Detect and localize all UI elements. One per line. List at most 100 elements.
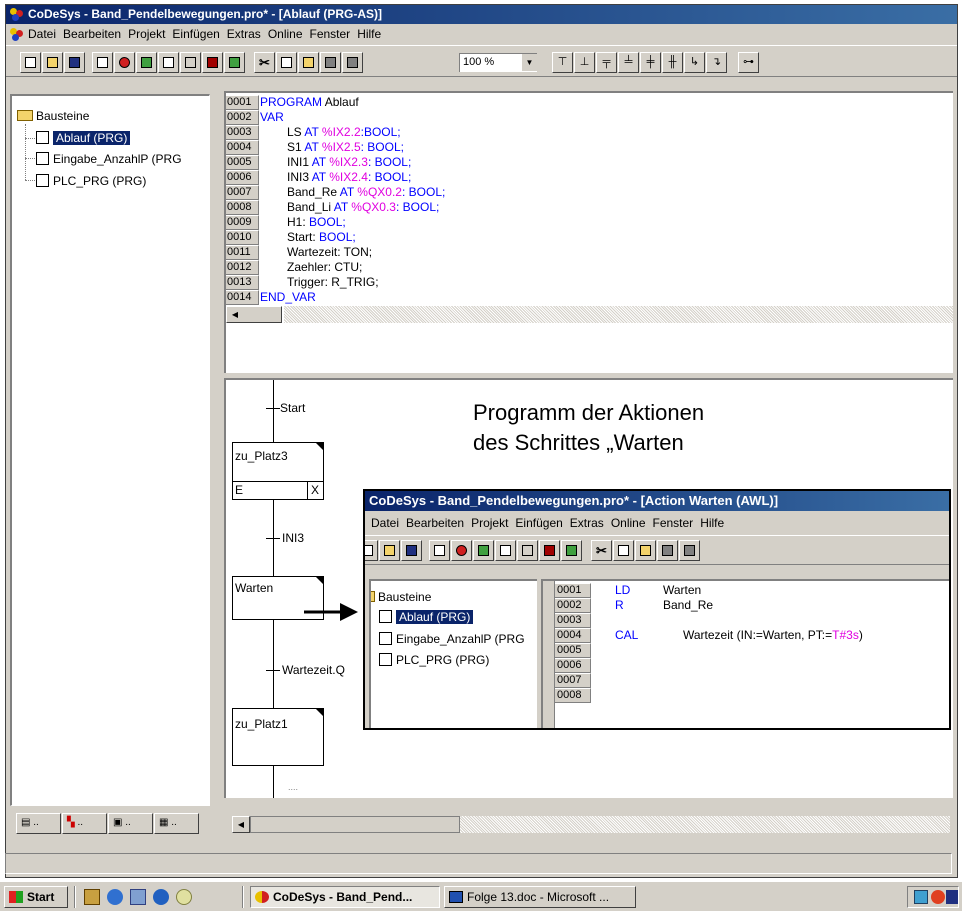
task-word-document[interactable]: Folge 13.doc - Microsoft ...	[444, 886, 636, 908]
new-file-icon[interactable]	[365, 540, 378, 561]
line-number: 0004	[555, 628, 591, 643]
sfc-alt-branch-right-icon[interactable]: ╤	[596, 52, 617, 73]
sfc-step-zu-platz1[interactable]: zu_Platz1	[232, 708, 324, 766]
step-icon[interactable]	[495, 540, 516, 561]
menu-online[interactable]: Online	[268, 27, 303, 41]
step-icon[interactable]	[158, 52, 179, 73]
cut-icon[interactable]: ✂	[591, 540, 612, 561]
compile-icon[interactable]	[429, 540, 450, 561]
program-icon	[379, 653, 392, 667]
step-exit-action[interactable]: X	[311, 483, 319, 497]
paste-icon[interactable]	[298, 52, 319, 73]
sfc-scroll-thumb[interactable]	[250, 816, 460, 833]
find-next-icon[interactable]	[679, 540, 700, 561]
sfc-step-transition-after-icon[interactable]: ⊥	[574, 52, 595, 73]
outlook-icon[interactable]	[130, 889, 146, 905]
declaration-editor[interactable]: 0001 PROGRAM Ablauf 0002 VAR 0003 LS AT %IX…	[224, 91, 953, 373]
paste-icon[interactable]	[635, 540, 656, 561]
internet-explorer-icon[interactable]	[107, 889, 123, 905]
find-icon[interactable]	[320, 52, 341, 73]
tab-visualisierungen-icon[interactable]: ▣ ..	[108, 813, 153, 834]
menu-datei[interactable]: Datei	[28, 27, 56, 41]
sfc-transition-wartezeit[interactable]	[266, 670, 280, 671]
popup-tree-root[interactable]: Bausteine	[371, 589, 431, 606]
print-icon[interactable]	[561, 540, 582, 561]
popup-menu-bearbeiten[interactable]: Bearbeiten	[406, 516, 464, 530]
sfc-alt-branch-left-icon[interactable]: ╧	[618, 52, 639, 73]
popup-menu-online[interactable]: Online	[611, 516, 646, 530]
menu-fenster[interactable]: Fenster	[310, 27, 351, 41]
tab-bausteine-icon[interactable]: ▤ ..	[16, 813, 61, 834]
sfc-jump-icon[interactable]: ↳	[684, 52, 705, 73]
tree-item-plc-prg[interactable]: PLC_PRG (PRG)	[36, 173, 146, 190]
media-player-icon[interactable]	[153, 889, 169, 905]
scroll-left-icon[interactable]: ◀	[227, 307, 243, 322]
save-icon[interactable]	[64, 52, 85, 73]
stop-icon[interactable]	[114, 52, 135, 73]
start-button[interactable]: Start	[4, 886, 68, 908]
search-icon[interactable]	[176, 889, 192, 905]
sfc-parallel-branch-left-icon[interactable]: ╫	[662, 52, 683, 73]
declaration-hscroll[interactable]: ◀	[226, 306, 282, 323]
scroll-left-icon[interactable]: ◀	[232, 816, 250, 833]
tray-app-icon[interactable]	[946, 890, 958, 904]
popup-awl-editor[interactable]: 0001 0002 0003 0004 0005 0006 0007 0008 …	[541, 579, 949, 728]
line-number: 0012	[226, 260, 259, 275]
open-folder-icon[interactable]	[379, 540, 400, 561]
sfc-transition-ini3[interactable]	[266, 538, 280, 539]
task-codesys[interactable]: CoDeSys - Band_Pend...	[250, 886, 440, 908]
run-icon[interactable]	[473, 540, 494, 561]
menu-hilfe[interactable]: Hilfe	[357, 27, 381, 41]
tree-root-bausteine[interactable]: Bausteine	[17, 108, 89, 125]
zoom-select[interactable]: 100 % ▼	[459, 53, 537, 72]
popup-title-bar[interactable]: CoDeSys - Band_Pendelbewegungen.pro* - […	[365, 491, 949, 511]
popup-object-tree: Bausteine Ablauf (PRG) Eingabe_AnzahlP (…	[369, 579, 537, 728]
run-icon[interactable]	[136, 52, 157, 73]
print-icon[interactable]	[224, 52, 245, 73]
new-file-icon[interactable]	[20, 52, 41, 73]
tab-datentypen-icon[interactable]: ▚ ..	[62, 813, 107, 834]
main-title-bar[interactable]: CoDeSys - Band_Pendelbewegungen.pro* - […	[6, 5, 957, 24]
copy-icon[interactable]	[276, 52, 297, 73]
logout-icon[interactable]	[539, 540, 560, 561]
open-folder-icon[interactable]	[42, 52, 63, 73]
popup-menu-fenster[interactable]: Fenster	[653, 516, 694, 530]
tree-item-eingabe-anzahlp[interactable]: Eingabe_AnzahlP (PRG	[36, 151, 182, 168]
popup-menu-projekt[interactable]: Projekt	[471, 516, 508, 530]
step-entry-action[interactable]: E	[235, 483, 243, 497]
login-icon[interactable]	[517, 540, 538, 561]
menu-einfuegen[interactable]: Einfügen	[172, 27, 219, 41]
sfc-macro-icon[interactable]: ⊶	[738, 52, 759, 73]
network-icon[interactable]	[914, 890, 928, 904]
stop-icon[interactable]	[451, 540, 472, 561]
find-icon[interactable]	[657, 540, 678, 561]
find-next-icon[interactable]	[342, 52, 363, 73]
show-desktop-icon[interactable]	[84, 889, 100, 905]
logout-icon[interactable]	[202, 52, 223, 73]
menu-projekt[interactable]: Projekt	[128, 27, 165, 41]
sfc-step-transition-before-icon[interactable]: ⊤	[552, 52, 573, 73]
cut-icon[interactable]: ✂	[254, 52, 275, 73]
declaration-hscroll-track[interactable]	[284, 306, 953, 323]
compile-icon[interactable]	[92, 52, 113, 73]
sfc-parallel-branch-right-icon[interactable]: ╪	[640, 52, 661, 73]
sfc-scroll-track[interactable]	[460, 816, 950, 833]
copy-icon[interactable]	[613, 540, 634, 561]
popup-tree-item-plc-prg[interactable]: PLC_PRG (PRG)	[379, 652, 489, 669]
tab-ressourcen-icon[interactable]: ▦ ..	[154, 813, 199, 834]
popup-menu-extras[interactable]: Extras	[570, 516, 604, 530]
popup-menu-datei[interactable]: Datei	[371, 516, 399, 530]
popup-tree-item-ablauf[interactable]: Ablauf (PRG)	[379, 609, 474, 626]
menu-bearbeiten[interactable]: Bearbeiten	[63, 27, 121, 41]
sfc-transition-jump-icon[interactable]: ↴	[706, 52, 727, 73]
sfc-step-zu-platz3[interactable]: zu_Platz3 E X	[232, 442, 324, 500]
popup-menu-hilfe[interactable]: Hilfe	[700, 516, 724, 530]
popup-tree-item-eingabe[interactable]: Eingabe_AnzahlP (PRG	[379, 631, 525, 648]
popup-menu-einfuegen[interactable]: Einfügen	[515, 516, 562, 530]
menu-extras[interactable]: Extras	[227, 27, 261, 41]
login-icon[interactable]	[180, 52, 201, 73]
antivirus-icon[interactable]	[931, 890, 945, 904]
chevron-down-icon[interactable]: ▼	[521, 54, 537, 71]
tree-item-ablauf[interactable]: Ablauf (PRG)	[36, 130, 131, 147]
save-icon[interactable]	[401, 540, 422, 561]
